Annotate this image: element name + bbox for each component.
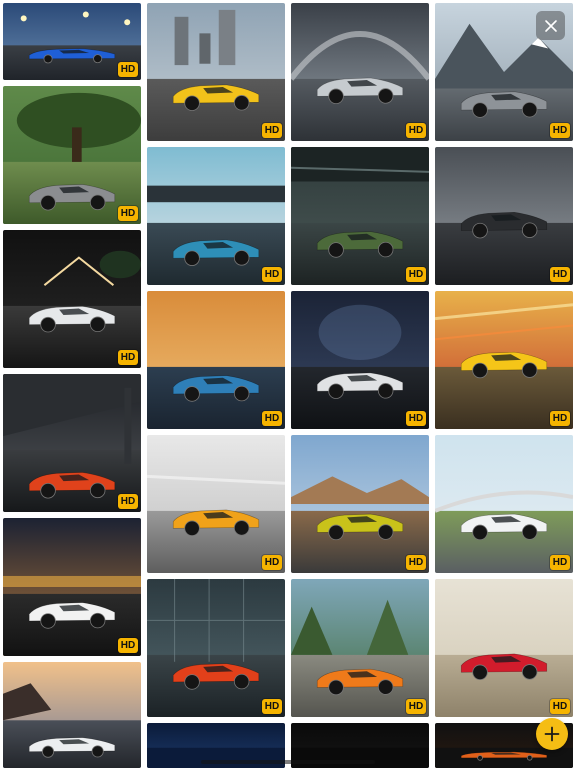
wallpaper-image xyxy=(435,579,573,717)
wallpaper-image xyxy=(3,662,141,768)
wallpaper-tile-yellow-huracan-evo-desert[interactable]: HD xyxy=(291,435,429,573)
hd-badge: HD xyxy=(406,411,426,426)
wallpaper-tile-blue-lamborghini-night-road[interactable]: HD xyxy=(3,3,141,80)
wallpaper-tile-yellow-aventador-speed[interactable]: HD xyxy=(435,291,573,429)
hd-badge: HD xyxy=(262,411,282,426)
wallpaper-tile-veneno-garden[interactable]: HD xyxy=(3,86,141,224)
hd-badge: HD xyxy=(118,638,138,653)
wallpaper-grid: HD HD HD HD HD HD HD HD HD HD HD HD HD H… xyxy=(0,0,576,768)
wallpaper-image xyxy=(291,291,429,429)
wallpaper-image xyxy=(147,147,285,285)
wallpaper-tile-teal-sian-roadster[interactable]: HD xyxy=(147,147,285,285)
hd-badge: HD xyxy=(550,555,570,570)
wallpaper-image xyxy=(147,291,285,429)
wallpaper-image xyxy=(3,86,141,224)
hd-badge: HD xyxy=(118,62,138,77)
wallpaper-image xyxy=(291,579,429,717)
wallpaper-tile-orange-murcielago-motion[interactable]: HD xyxy=(147,435,285,573)
wallpaper-image xyxy=(147,579,285,717)
hd-badge: HD xyxy=(406,699,426,714)
wallpaper-image xyxy=(3,374,141,512)
hd-badge: HD xyxy=(406,555,426,570)
hd-badge: HD xyxy=(262,267,282,282)
wallpaper-tile-white-gallardo-city-lights[interactable]: HD xyxy=(3,518,141,656)
hd-badge: HD xyxy=(118,206,138,221)
hd-badge: HD xyxy=(118,350,138,365)
wallpaper-image xyxy=(291,3,429,141)
wallpaper-image xyxy=(147,3,285,141)
wallpaper-tile-silver-huracan-tunnel[interactable]: HD xyxy=(291,3,429,141)
wallpaper-image xyxy=(435,147,573,285)
wallpaper-image xyxy=(3,518,141,656)
close-button[interactable] xyxy=(536,11,565,40)
wallpaper-image xyxy=(435,435,573,573)
wallpaper-tile-green-sian-hangar[interactable]: HD xyxy=(291,147,429,285)
wallpaper-tile-yellow-lamborghini-industrial[interactable]: HD xyxy=(147,3,285,141)
hd-badge: HD xyxy=(550,267,570,282)
hd-badge: HD xyxy=(262,555,282,570)
add-button[interactable] xyxy=(536,718,568,750)
hd-badge: HD xyxy=(406,267,426,282)
home-indicator xyxy=(201,760,375,764)
wallpaper-image xyxy=(147,435,285,573)
wallpaper-tile-white-aventador-track[interactable]: HD xyxy=(435,435,573,573)
hd-badge: HD xyxy=(550,699,570,714)
wallpaper-tile-black-aventador-clouds[interactable]: HD xyxy=(435,147,573,285)
hd-badge: HD xyxy=(550,123,570,138)
wallpaper-image xyxy=(435,291,573,429)
wallpaper-tile-white-aventador-dark-studio[interactable]: HD xyxy=(291,291,429,429)
wallpaper-image xyxy=(3,230,141,368)
close-icon xyxy=(544,19,557,32)
wallpaper-tile-blue-orange-huracan-sunset[interactable]: HD xyxy=(147,291,285,429)
plus-icon xyxy=(544,726,560,742)
wallpaper-tile-red-huracan-glass-building[interactable]: HD xyxy=(147,579,285,717)
hd-badge: HD xyxy=(406,123,426,138)
hd-badge: HD xyxy=(262,699,282,714)
wallpaper-image xyxy=(291,435,429,573)
wallpaper-tile-orange-aventador-bridge[interactable]: HD xyxy=(3,374,141,512)
wallpaper-tile-orange-gallardo-autumn[interactable]: HD xyxy=(291,579,429,717)
wallpaper-tile-white-huracan-palms-night[interactable]: HD xyxy=(3,230,141,368)
wallpaper-tile-white-lamborghini-coast[interactable] xyxy=(3,662,141,768)
hd-badge: HD xyxy=(262,123,282,138)
wallpaper-image xyxy=(291,147,429,285)
wallpaper-tile-red-aventador-beach[interactable]: HD xyxy=(435,579,573,717)
hd-badge: HD xyxy=(118,494,138,509)
hd-badge: HD xyxy=(550,411,570,426)
